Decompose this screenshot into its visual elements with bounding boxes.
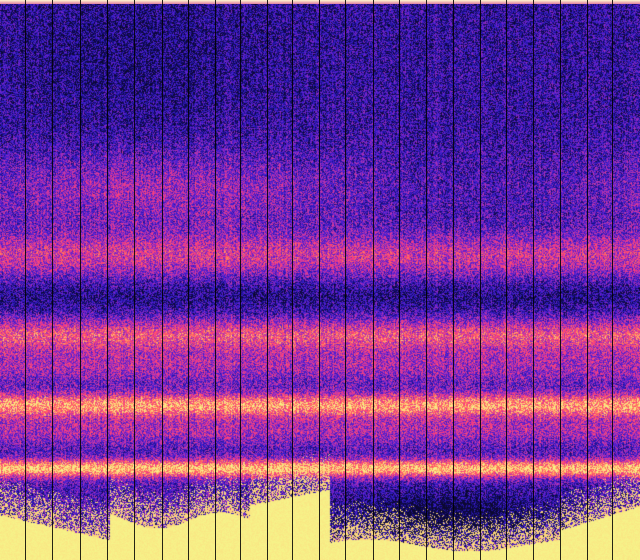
spectrogram-heatmap	[0, 0, 640, 560]
spectrogram-viewport	[0, 0, 640, 560]
